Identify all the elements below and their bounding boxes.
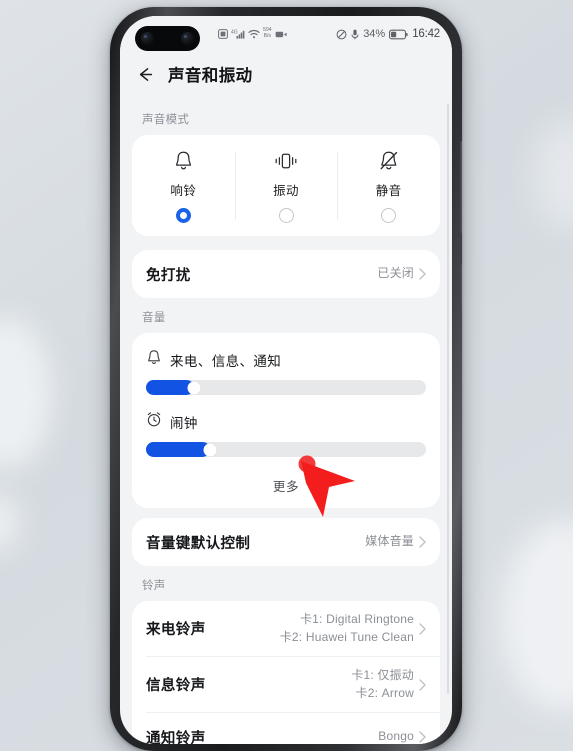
ringtone-row-message[interactable]: 信息铃声 卡1: 仅振动 卡2: Arrow <box>132 657 440 712</box>
ringtone-value-line: 卡2: Arrow <box>355 685 414 700</box>
background-blob <box>0 492 18 552</box>
camera-lens-icon <box>181 32 194 45</box>
power-button[interactable] <box>460 265 462 311</box>
bell-muted-icon <box>378 149 400 172</box>
volume-card: 来电、信息、通知 闹钟 更多 <box>132 333 440 508</box>
chevron-right-icon <box>419 622 426 635</box>
net-speed-unit: B/s <box>263 33 272 39</box>
ringtone-value-line: 卡2: Huawei Tune Clean <box>279 629 414 644</box>
sound-mode-label: 振动 <box>273 184 299 198</box>
chevron-right-icon <box>419 731 426 743</box>
ringtone-label: 信息铃声 <box>146 678 206 694</box>
slider-fill <box>146 442 211 457</box>
section-label-volume: 音量 <box>142 312 166 324</box>
ringtone-card: 来电铃声 卡1: Digital Ringtone 卡2: Huawei Tun… <box>132 601 440 744</box>
camera-lens-icon <box>141 32 154 45</box>
chevron-right-icon <box>419 268 426 280</box>
volume-slider-block-calls: 来电、信息、通知 <box>132 343 440 405</box>
volume-key-card: 音量键默认控制 媒体音量 <box>132 518 440 566</box>
back-arrow-icon[interactable] <box>136 65 155 84</box>
settings-scroll-area[interactable]: 声音模式 响铃 振动 静音 免打扰 已关闭 音量 来电、信息、通知 闹钟 更多 … <box>120 96 452 744</box>
slider-knob[interactable] <box>187 381 201 394</box>
volume-key-label: 音量键默认控制 <box>146 535 251 552</box>
status-bar-right-icons: 34% 16:42 <box>336 16 440 52</box>
dual-punch-hole-camera <box>135 26 200 51</box>
sim-icon <box>218 29 228 39</box>
ringtone-value: 卡1: Digital Ringtone 卡2: Huawei Tune Cle… <box>280 611 414 646</box>
sound-mode-label: 静音 <box>375 184 402 198</box>
chevron-right-icon <box>419 678 426 691</box>
signal-bars-icon: 4G <box>231 29 245 39</box>
chevron-right-icon <box>419 536 426 548</box>
alarm-icon <box>146 411 162 433</box>
battery-icon <box>389 29 408 40</box>
page-title: 声音和振动 <box>168 67 253 85</box>
volume-slider-alarm[interactable] <box>146 442 426 457</box>
status-bar: 4G 594 B/s 34% 16:42 <box>120 16 452 52</box>
vpn-icon <box>275 30 287 39</box>
section-label-sound-mode: 声音模式 <box>142 114 190 126</box>
ringtone-label: 来电铃声 <box>146 622 206 638</box>
volume-key-value: 媒体音量 <box>365 534 414 549</box>
volume-rocker-button[interactable] <box>460 141 462 233</box>
status-bar-left-icons: 4G 594 B/s <box>218 16 287 52</box>
volume-slider-header: 闹钟 <box>146 411 426 433</box>
mic-icon <box>351 29 359 40</box>
dnd-card: 免打扰 已关闭 <box>132 250 440 298</box>
phone-screen: 4G 594 B/s 34% 16:42 声音和振动 声音模式 响铃 振动 静音… <box>120 16 452 744</box>
phone-device-frame: 4G 594 B/s 34% 16:42 声音和振动 声音模式 响铃 振动 静音… <box>110 7 462 751</box>
sound-mode-card: 响铃 振动 静音 <box>132 135 440 236</box>
volume-slider-block-alarm: 闹钟 <box>132 405 440 467</box>
dnd-off-icon <box>336 29 347 40</box>
status-bar-clock: 16:42 <box>412 28 440 40</box>
volume-slider-label: 闹钟 <box>170 416 198 431</box>
background-blob <box>501 520 573 710</box>
sound-mode-option-vibrate[interactable]: 振动 <box>234 149 338 223</box>
sound-mode-option-silent[interactable]: 静音 <box>337 149 440 223</box>
sound-mode-radio-ring[interactable] <box>175 208 191 223</box>
background-blob <box>533 120 573 230</box>
ringtone-value-line: 卡1: 仅振动 <box>351 668 414 683</box>
volume-key-row[interactable]: 音量键默认控制 媒体音量 <box>132 518 440 566</box>
net-speed-icon: 594 B/s <box>263 28 272 39</box>
volume-slider-header: 来电、信息、通知 <box>146 349 426 371</box>
ringtone-value: Bongo <box>378 729 414 744</box>
ringtone-value: 卡1: 仅振动 卡2: Arrow <box>351 667 414 702</box>
dnd-row[interactable]: 免打扰 已关闭 <box>132 250 440 298</box>
dnd-value: 已关闭 <box>377 266 414 281</box>
bell-icon <box>173 149 194 172</box>
ringtone-value-line: 卡1: Digital Ringtone <box>299 612 414 627</box>
more-button[interactable]: 更多 <box>132 467 440 508</box>
volume-slider-calls[interactable] <box>146 380 426 395</box>
vertical-scrollbar[interactable] <box>446 104 449 694</box>
dnd-label: 免打扰 <box>146 267 191 284</box>
slider-knob[interactable] <box>203 443 217 456</box>
title-bar: 声音和振动 <box>120 52 452 96</box>
sound-mode-option-ring[interactable]: 响铃 <box>132 149 235 223</box>
bell-icon <box>146 349 162 371</box>
volume-slider-label: 来电、信息、通知 <box>170 354 282 369</box>
sound-mode-radio-silent[interactable] <box>381 208 397 223</box>
sound-mode-label: 响铃 <box>170 184 197 198</box>
ringtone-row-notification[interactable]: 通知铃声 Bongo <box>132 713 440 744</box>
svg-text:4G: 4G <box>231 30 238 36</box>
background-blob <box>0 318 52 468</box>
sound-mode-radio-vibrate[interactable] <box>278 208 294 223</box>
vibrate-icon <box>273 149 299 172</box>
section-label-ringtone: 铃声 <box>142 580 166 592</box>
battery-percent-label: 34% <box>363 28 386 40</box>
ringtone-row-incoming-call[interactable]: 来电铃声 卡1: Digital Ringtone 卡2: Huawei Tun… <box>132 601 440 656</box>
ringtone-label: 通知铃声 <box>146 730 206 745</box>
wifi-icon <box>248 29 260 39</box>
